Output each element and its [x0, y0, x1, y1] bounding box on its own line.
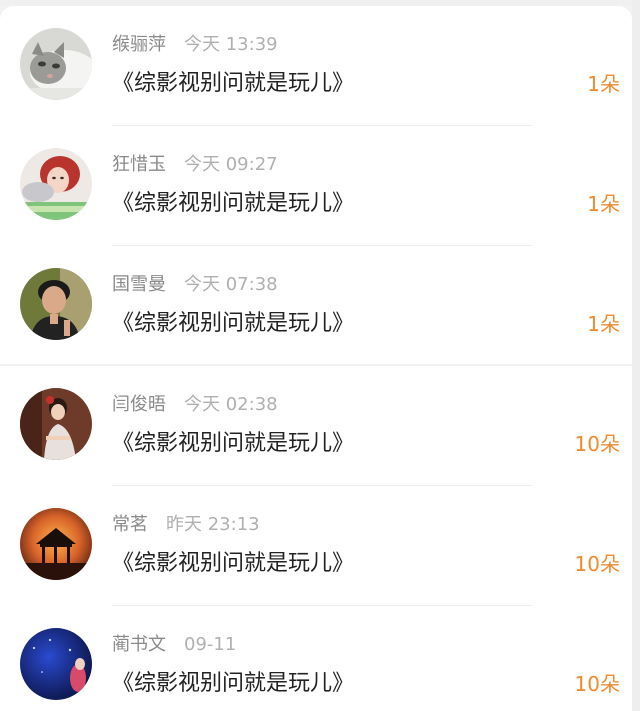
flower-count: 1朵 — [587, 312, 620, 336]
list-item[interactable]: 蔺书文 09-11 《综影视别问就是玩儿》 10朵 — [0, 606, 632, 711]
cat-avatar[interactable] — [20, 28, 92, 100]
flower-count: 10朵 — [574, 672, 620, 696]
timestamp: 今天 09:27 — [184, 154, 278, 175]
meta-line: 缑骊萍 今天 13:39 — [112, 33, 278, 57]
meta-line: 蔺书文 09-11 — [112, 633, 236, 657]
book-title[interactable]: 《综影视别问就是玩儿》 — [112, 68, 354, 100]
meta-line: 国雪曼 今天 07:38 — [112, 273, 278, 297]
timestamp: 昨天 23:13 — [166, 514, 260, 535]
flower-count: 1朵 — [587, 72, 620, 96]
user-name[interactable]: 国雪曼 — [112, 274, 166, 295]
flower-count: 10朵 — [574, 552, 620, 576]
meta-line: 狂惜玉 今天 09:27 — [112, 153, 278, 177]
girl-red-hair-avatar[interactable] — [20, 148, 92, 220]
book-title[interactable]: 《综影视别问就是玩儿》 — [112, 428, 354, 460]
night-sky-avatar[interactable] — [20, 628, 92, 700]
pavilion-sunset-avatar[interactable] — [20, 508, 92, 580]
man-portrait-avatar[interactable] — [20, 268, 92, 340]
user-name[interactable]: 狂惜玉 — [112, 154, 166, 175]
gift-list: 缑骊萍 今天 13:39 《综影视别问就是玩儿》 1朵 狂惜玉 今天 09:27 《… — [0, 6, 632, 711]
flower-count: 1朵 — [587, 192, 620, 216]
book-title[interactable]: 《综影视别问就是玩儿》 — [112, 548, 354, 580]
book-title[interactable]: 《综影视别问就是玩儿》 — [112, 668, 354, 700]
user-name[interactable]: 常茗 — [112, 514, 148, 535]
timestamp: 09-11 — [184, 634, 237, 655]
list-item[interactable]: 狂惜玉 今天 09:27 《综影视别问就是玩儿》 1朵 — [0, 126, 632, 246]
book-title[interactable]: 《综影视别问就是玩儿》 — [112, 188, 354, 220]
user-name[interactable]: 闫俊晤 — [112, 394, 166, 415]
list-item[interactable]: 国雪曼 今天 07:38 《综影视别问就是玩儿》 1朵 — [0, 246, 632, 366]
user-name[interactable]: 缑骊萍 — [112, 34, 166, 55]
flower-count: 10朵 — [574, 432, 620, 456]
list-item[interactable]: 常茗 昨天 23:13 《综影视别问就是玩儿》 10朵 — [0, 486, 632, 606]
list-item[interactable]: 闫俊晤 今天 02:38 《综影视别问就是玩儿》 10朵 — [0, 366, 632, 486]
user-name[interactable]: 蔺书文 — [112, 634, 166, 655]
timestamp: 今天 02:38 — [184, 394, 278, 415]
list-item[interactable]: 缑骊萍 今天 13:39 《综影视别问就是玩儿》 1朵 — [0, 6, 632, 126]
timestamp: 今天 07:38 — [184, 274, 278, 295]
book-title[interactable]: 《综影视别问就是玩儿》 — [112, 308, 354, 340]
timestamp: 今天 13:39 — [184, 34, 278, 55]
meta-line: 闫俊晤 今天 02:38 — [112, 393, 278, 417]
meta-line: 常茗 昨天 23:13 — [112, 513, 260, 537]
right-edge — [632, 0, 640, 711]
woman-seated-avatar[interactable] — [20, 388, 92, 460]
